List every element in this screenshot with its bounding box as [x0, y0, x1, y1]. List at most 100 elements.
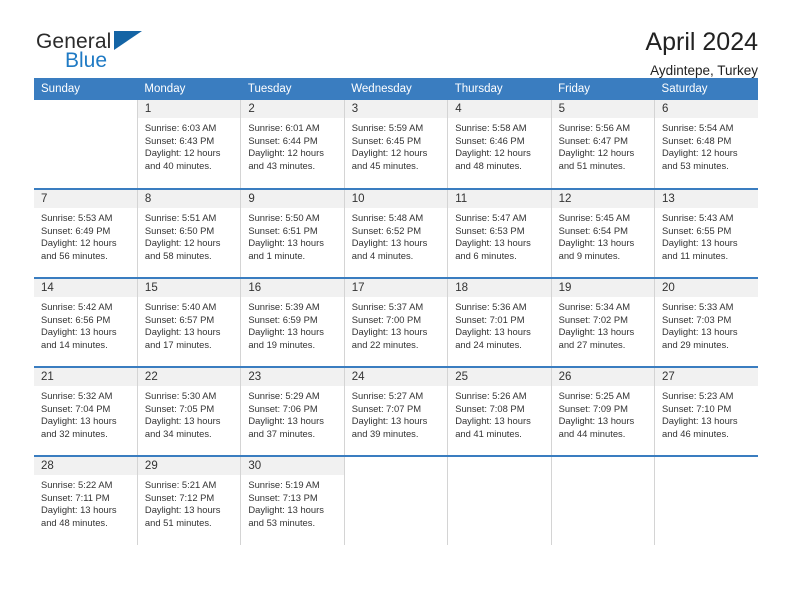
calendar-day-cell[interactable]: 22 Sunrise: 5:30 AM Sunset: 7:05 PM Dayligh… — [137, 366, 242, 456]
daylight-text: Daylight: 13 hours and 1 minute. — [248, 237, 324, 261]
day-box: 21 Sunrise: 5:32 AM Sunset: 7:04 PM Dayligh… — [34, 368, 137, 455]
sunset-text: Sunset: 7:09 PM — [558, 402, 628, 414]
calendar-day-cell[interactable]: 5 Sunrise: 5:56 AM Sunset: 6:47 PM Daylight… — [551, 100, 656, 189]
day-details: Sunrise: 5:39 AM Sunset: 6:59 PM Daylight:… — [241, 297, 343, 351]
sunrise-text: Sunrise: 5:54 AM — [662, 122, 734, 133]
daylight-text: Daylight: 13 hours and 34 minutes. — [144, 415, 221, 439]
sunset-text: Sunset: 7:11 PM — [41, 491, 110, 503]
day-number: 29 — [137, 457, 241, 475]
daylight-text: Daylight: 13 hours and 48 minutes. — [41, 504, 117, 528]
day-details: Sunrise: 5:59 AM Sunset: 6:45 PM Daylight:… — [345, 118, 447, 172]
day-box: 11 Sunrise: 5:47 AM Sunset: 6:53 PM Dayligh… — [448, 190, 551, 277]
calendar-day-cell[interactable]: 25 Sunrise: 5:26 AM Sunset: 7:08 PM Dayligh… — [447, 366, 552, 456]
weekday-header-monday: Monday — [137, 78, 241, 100]
calendar-week-row: 28 Sunrise: 5:22 AM Sunset: 7:11 PM Dayligh… — [34, 455, 758, 545]
weekday-header-saturday: Saturday — [654, 78, 758, 100]
day-details: Sunrise: 5:40 AM Sunset: 6:57 PM Daylight:… — [138, 297, 240, 351]
calendar-day-cell[interactable]: 24 Sunrise: 5:27 AM Sunset: 7:07 PM Dayligh… — [344, 366, 449, 456]
sunrise-text: Sunrise: 5:29 AM — [248, 390, 320, 401]
daylight-text: Daylight: 13 hours and 17 minutes. — [144, 326, 221, 350]
calendar-day-cell[interactable]: 18 Sunrise: 5:36 AM Sunset: 7:01 PM Dayligh… — [447, 277, 552, 367]
day-number: 7 — [34, 190, 137, 208]
day-box — [34, 100, 137, 188]
calendar-day-cell[interactable]: 1 Sunrise: 6:03 AM Sunset: 6:43 PM Daylight… — [137, 100, 242, 189]
calendar-day-cell[interactable]: 13 Sunrise: 5:43 AM Sunset: 6:55 PM Dayligh… — [654, 188, 758, 278]
sunset-text: Sunset: 6:48 PM — [662, 134, 732, 146]
day-box: 8 Sunrise: 5:51 AM Sunset: 6:50 PM Daylight… — [137, 190, 241, 277]
day-number: 22 — [137, 368, 241, 386]
sunrise-text: Sunrise: 5:42 AM — [41, 301, 113, 312]
calendar-day-cell[interactable]: 8 Sunrise: 5:51 AM Sunset: 6:50 PM Daylight… — [137, 188, 242, 278]
day-details: Sunrise: 5:37 AM Sunset: 7:00 PM Daylight:… — [345, 297, 447, 351]
day-box: 9 Sunrise: 5:50 AM Sunset: 6:51 PM Daylight… — [241, 190, 344, 277]
sunset-text: Sunset: 6:59 PM — [248, 313, 318, 325]
calendar-day-cell[interactable]: 12 Sunrise: 5:45 AM Sunset: 6:54 PM Dayligh… — [551, 188, 656, 278]
sunset-text: Sunset: 6:57 PM — [144, 313, 215, 325]
day-box: 4 Sunrise: 5:58 AM Sunset: 6:46 PM Daylight… — [448, 100, 551, 188]
calendar-day-cell[interactable]: 19 Sunrise: 5:34 AM Sunset: 7:02 PM Dayligh… — [551, 277, 656, 367]
day-number: 23 — [241, 368, 344, 386]
day-number: 3 — [344, 100, 448, 118]
calendar-day-cell[interactable]: 30 Sunrise: 5:19 AM Sunset: 7:13 PM Dayligh… — [240, 455, 345, 545]
sunrise-text: Sunrise: 5:22 AM — [41, 479, 113, 490]
calendar-cell-empty — [551, 455, 656, 545]
calendar-day-cell[interactable]: 16 Sunrise: 5:39 AM Sunset: 6:59 PM Dayligh… — [240, 277, 345, 367]
sunrise-text: Sunrise: 5:33 AM — [662, 301, 734, 312]
daylight-text: Daylight: 13 hours and 6 minutes. — [455, 237, 531, 261]
day-box: 13 Sunrise: 5:43 AM Sunset: 6:55 PM Dayligh… — [655, 190, 758, 277]
day-box: 19 Sunrise: 5:34 AM Sunset: 7:02 PM Dayligh… — [551, 279, 655, 366]
day-details: Sunrise: 5:58 AM Sunset: 6:46 PM Daylight:… — [448, 118, 550, 172]
calendar-day-cell[interactable]: 21 Sunrise: 5:32 AM Sunset: 7:04 PM Dayligh… — [34, 366, 138, 456]
calendar-day-cell[interactable]: 27 Sunrise: 5:23 AM Sunset: 7:10 PM Dayligh… — [654, 366, 758, 456]
day-details: Sunrise: 6:03 AM Sunset: 6:43 PM Daylight:… — [138, 118, 240, 172]
day-box: 2 Sunrise: 6:01 AM Sunset: 6:44 PM Daylight… — [241, 100, 344, 188]
daylight-text: Daylight: 12 hours and 56 minutes. — [41, 237, 117, 261]
day-box: 5 Sunrise: 5:56 AM Sunset: 6:47 PM Daylight… — [551, 100, 655, 188]
calendar-day-cell[interactable]: 4 Sunrise: 5:58 AM Sunset: 6:46 PM Daylight… — [447, 100, 552, 189]
daylight-text: Daylight: 13 hours and 44 minutes. — [558, 415, 635, 439]
calendar-day-cell[interactable]: 7 Sunrise: 5:53 AM Sunset: 6:49 PM Daylight… — [34, 188, 138, 278]
daylight-text: Daylight: 12 hours and 58 minutes. — [144, 237, 221, 261]
day-box: 28 Sunrise: 5:22 AM Sunset: 7:11 PM Dayligh… — [34, 457, 137, 545]
sunrise-text: Sunrise: 5:37 AM — [351, 301, 424, 312]
calendar-day-cell[interactable]: 6 Sunrise: 5:54 AM Sunset: 6:48 PM Daylight… — [654, 100, 758, 189]
calendar-cell-empty — [447, 455, 552, 545]
calendar-day-cell[interactable]: 2 Sunrise: 6:01 AM Sunset: 6:44 PM Daylight… — [240, 100, 345, 189]
calendar-day-cell[interactable]: 17 Sunrise: 5:37 AM Sunset: 7:00 PM Dayligh… — [344, 277, 449, 367]
calendar-day-cell[interactable]: 3 Sunrise: 5:59 AM Sunset: 6:45 PM Daylight… — [344, 100, 449, 189]
calendar-day-cell[interactable]: 11 Sunrise: 5:47 AM Sunset: 6:53 PM Dayligh… — [447, 188, 552, 278]
calendar-day-cell[interactable]: 26 Sunrise: 5:25 AM Sunset: 7:09 PM Dayligh… — [551, 366, 656, 456]
calendar-day-cell[interactable]: 10 Sunrise: 5:48 AM Sunset: 6:52 PM Dayligh… — [344, 188, 449, 278]
daylight-text: Daylight: 13 hours and 32 minutes. — [41, 415, 117, 439]
day-number: 21 — [34, 368, 137, 386]
calendar-day-cell[interactable]: 20 Sunrise: 5:33 AM Sunset: 7:03 PM Dayligh… — [654, 277, 758, 367]
day-box: 6 Sunrise: 5:54 AM Sunset: 6:48 PM Daylight… — [655, 100, 758, 188]
calendar-day-cell[interactable]: 29 Sunrise: 5:21 AM Sunset: 7:12 PM Dayligh… — [137, 455, 242, 545]
title-block: April 2024 Aydintepe, Turkey — [645, 28, 758, 79]
calendar-day-cell[interactable]: 23 Sunrise: 5:29 AM Sunset: 7:06 PM Dayligh… — [240, 366, 345, 456]
daylight-text: Daylight: 13 hours and 19 minutes. — [248, 326, 324, 350]
calendar-body: 1 Sunrise: 6:03 AM Sunset: 6:43 PM Daylight… — [34, 100, 758, 545]
general-blue-logo[interactable]: General Blue — [36, 28, 156, 76]
sunrise-text: Sunrise: 5:59 AM — [351, 122, 424, 133]
sunset-text: Sunset: 6:50 PM — [144, 224, 215, 236]
sunset-text: Sunset: 7:08 PM — [455, 402, 525, 414]
day-details: Sunrise: 5:21 AM Sunset: 7:12 PM Daylight:… — [138, 475, 240, 529]
day-details: Sunrise: 5:53 AM Sunset: 6:49 PM Daylight:… — [34, 208, 137, 262]
day-box: 26 Sunrise: 5:25 AM Sunset: 7:09 PM Dayligh… — [551, 368, 655, 455]
calendar-day-cell[interactable]: 9 Sunrise: 5:50 AM Sunset: 6:51 PM Daylight… — [240, 188, 345, 278]
day-number: 11 — [448, 190, 551, 208]
sunrise-text: Sunrise: 5:51 AM — [144, 212, 217, 223]
weekday-header-friday: Friday — [551, 78, 655, 100]
page-subtitle: Aydintepe, Turkey — [650, 62, 758, 78]
sunset-text: Sunset: 6:52 PM — [351, 224, 422, 236]
day-number: 9 — [241, 190, 344, 208]
day-box: 1 Sunrise: 6:03 AM Sunset: 6:43 PM Daylight… — [137, 100, 241, 188]
calendar-day-cell[interactable]: 28 Sunrise: 5:22 AM Sunset: 7:11 PM Dayligh… — [34, 455, 138, 545]
sunset-text: Sunset: 7:13 PM — [248, 491, 318, 503]
day-details: Sunrise: 5:47 AM Sunset: 6:53 PM Daylight:… — [448, 208, 550, 262]
day-box: 17 Sunrise: 5:37 AM Sunset: 7:00 PM Dayligh… — [344, 279, 448, 366]
calendar-day-cell[interactable]: 15 Sunrise: 5:40 AM Sunset: 6:57 PM Dayligh… — [137, 277, 242, 367]
calendar-day-cell[interactable]: 14 Sunrise: 5:42 AM Sunset: 6:56 PM Dayligh… — [34, 277, 138, 367]
day-details: Sunrise: 5:33 AM Sunset: 7:03 PM Daylight:… — [655, 297, 758, 351]
